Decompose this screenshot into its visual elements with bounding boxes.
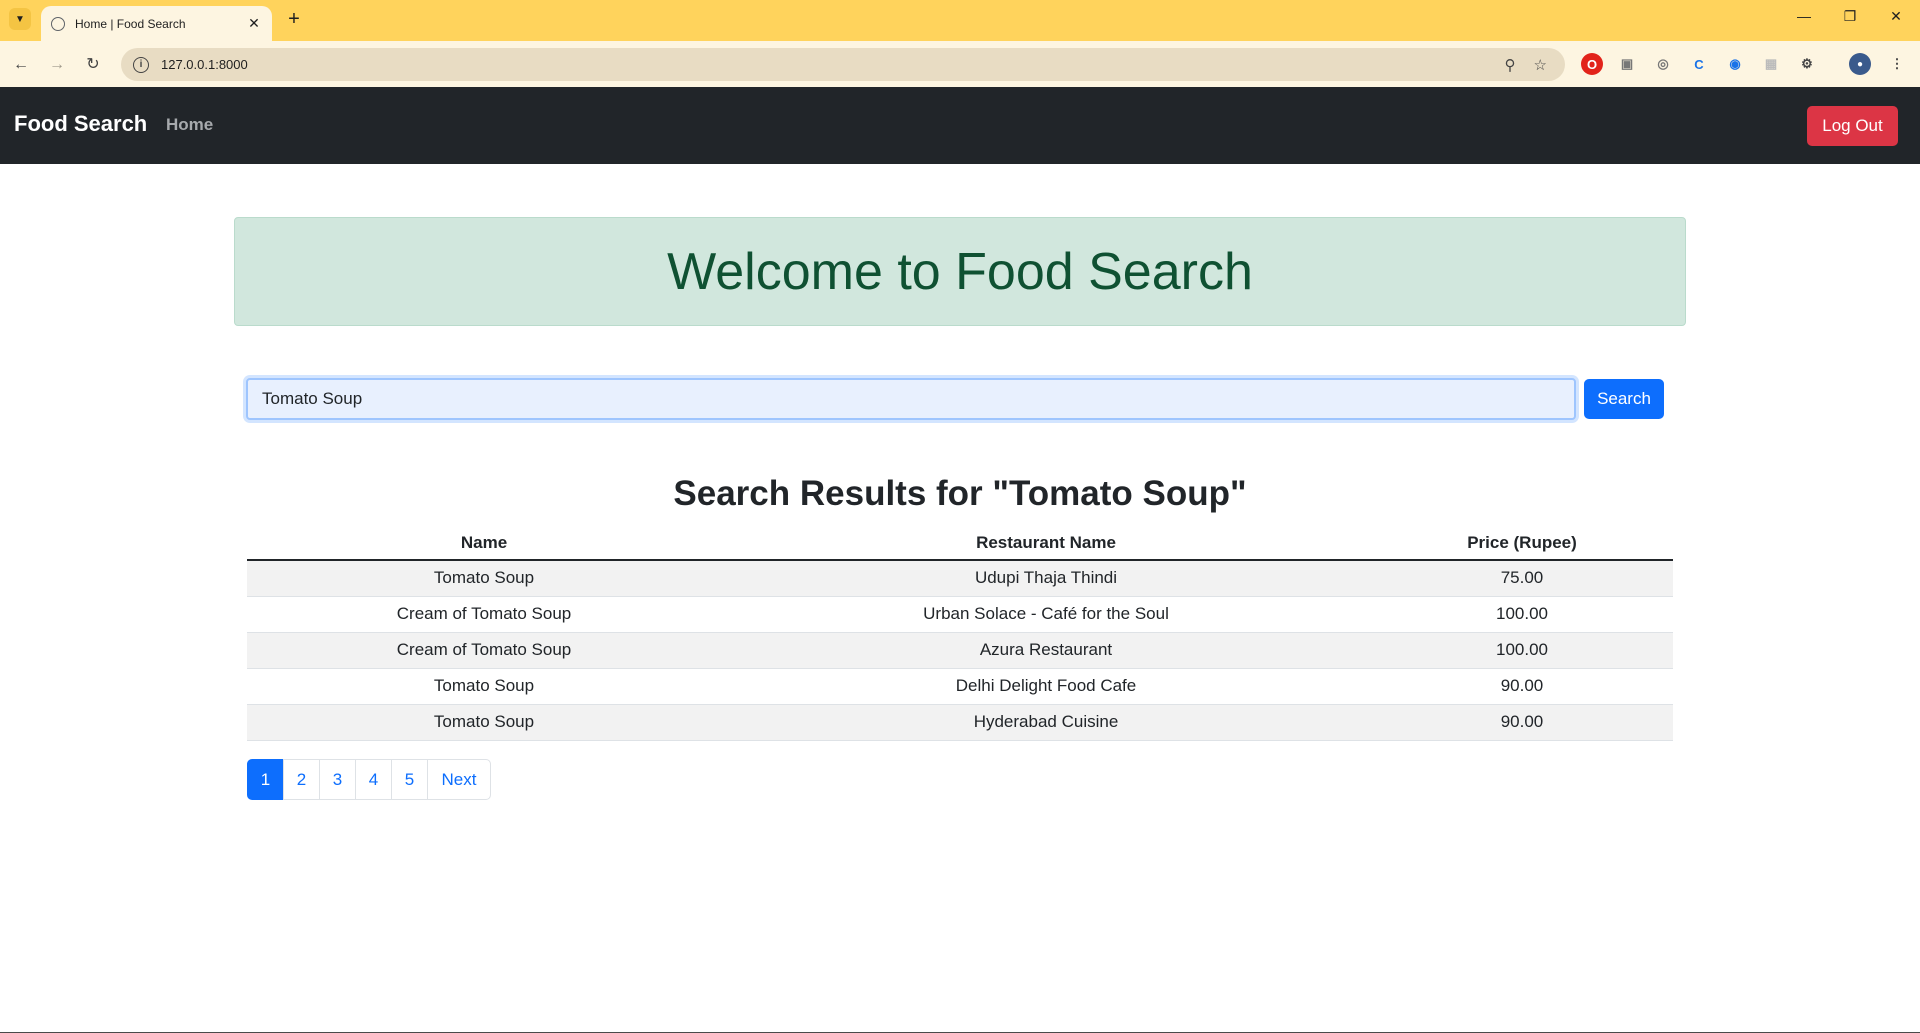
cell-price: 90.00 <box>1371 704 1673 741</box>
column-header-price: Price (Rupee) <box>1371 527 1673 561</box>
minimize-icon[interactable]: — <box>1784 8 1824 24</box>
extensions-puzzle-icon[interactable]: ⚙ <box>1796 53 1818 75</box>
back-icon[interactable]: ← <box>10 54 32 76</box>
site-navbar: Food Search Home Log Out <box>0 87 1920 164</box>
search-input[interactable] <box>246 378 1576 420</box>
c-extension-icon[interactable]: C <box>1688 53 1710 75</box>
cell-restaurant: Udupi Thaja Thindi <box>721 560 1371 597</box>
chevron-down-icon: ▼ <box>15 13 25 25</box>
column-header-restaurant: Restaurant Name <box>721 527 1371 561</box>
tab-title: Home | Food Search <box>75 16 186 31</box>
table-row: Cream of Tomato Soup Urban Solace - Café… <box>247 596 1673 633</box>
profile-avatar-icon[interactable]: ● <box>1849 53 1871 75</box>
cast-extension-icon[interactable]: ▣ <box>1616 53 1638 75</box>
welcome-banner: Welcome to Food Search <box>234 217 1686 326</box>
brand-link[interactable]: Food Search <box>14 111 147 137</box>
table-header-row: Name Restaurant Name Price (Rupee) <box>247 527 1673 561</box>
cell-name: Tomato Soup <box>247 668 721 705</box>
table-row: Cream of Tomato Soup Azura Restaurant 10… <box>247 632 1673 669</box>
welcome-heading: Welcome to Food Search <box>667 242 1253 301</box>
globe-icon <box>51 16 65 31</box>
close-tab-icon[interactable]: ✕ <box>246 15 262 32</box>
more-menu-icon[interactable]: ⋮ <box>1886 53 1908 75</box>
restore-icon[interactable]: ❐ <box>1830 8 1870 25</box>
column-header-name: Name <box>247 527 721 561</box>
table-row: Tomato Soup Delhi Delight Food Cafe 90.0… <box>247 668 1673 705</box>
browser-tab-active[interactable]: Home | Food Search ✕ <box>41 6 272 41</box>
window-close-icon[interactable]: ✕ <box>1876 8 1916 25</box>
site-info-icon[interactable]: i <box>133 56 149 73</box>
results-table: Name Restaurant Name Price (Rupee) Tomat… <box>247 527 1673 741</box>
cell-name: Cream of Tomato Soup <box>247 632 721 669</box>
cell-name: Cream of Tomato Soup <box>247 596 721 633</box>
opera-extension-icon[interactable]: O <box>1581 53 1603 75</box>
browser-tabstrip: ▼ Home | Food Search ✕ + — ❐ ✕ <box>0 0 1920 41</box>
tab-search-button[interactable]: ▼ <box>9 8 31 30</box>
cell-price: 90.00 <box>1371 668 1673 705</box>
pagination: 1 2 3 4 5 Next <box>247 759 491 800</box>
page-link-4[interactable]: 4 <box>355 759 392 800</box>
address-url[interactable]: 127.0.0.1:8000 <box>161 57 1505 72</box>
browser-toolbar: ← → ↻ i 127.0.0.1:8000 ⚲ ☆ O ▣ ◎ C ◉ ▦ ⚙… <box>0 41 1920 87</box>
cell-price: 100.00 <box>1371 632 1673 669</box>
new-tab-button[interactable]: + <box>282 8 306 30</box>
table-row: Tomato Soup Hyderabad Cuisine 90.00 <box>247 704 1673 741</box>
search-button[interactable]: Search <box>1584 379 1664 419</box>
forward-icon[interactable]: → <box>46 54 68 76</box>
cell-restaurant: Delhi Delight Food Cafe <box>721 668 1371 705</box>
results-title: Search Results for "Tomato Soup" <box>673 474 1247 513</box>
page-link-2[interactable]: 2 <box>283 759 320 800</box>
zoom-icon[interactable]: ⚲ <box>1505 56 1516 74</box>
cell-name: Tomato Soup <box>247 560 721 597</box>
address-bar[interactable]: i 127.0.0.1:8000 ⚲ ☆ <box>121 48 1565 81</box>
cell-restaurant: Azura Restaurant <box>721 632 1371 669</box>
page-link-5[interactable]: 5 <box>391 759 428 800</box>
cell-restaurant: Urban Solace - Café for the Soul <box>721 596 1371 633</box>
cell-price: 100.00 <box>1371 596 1673 633</box>
translate-extension-icon[interactable]: ◉ <box>1724 53 1746 75</box>
reload-icon[interactable]: ↻ <box>82 54 104 76</box>
cell-price: 75.00 <box>1371 560 1673 597</box>
table-row: Tomato Soup Udupi Thaja Thindi 75.00 <box>247 560 1673 597</box>
cell-name: Tomato Soup <box>247 704 721 741</box>
page-content: Food Search Home Log Out Welcome to Food… <box>0 87 1920 1033</box>
globe-extension-icon[interactable]: ◎ <box>1652 53 1674 75</box>
grid-extension-icon[interactable]: ▦ <box>1760 53 1782 75</box>
nav-home-link[interactable]: Home <box>166 115 213 135</box>
page-link-3[interactable]: 3 <box>319 759 356 800</box>
page-link-1[interactable]: 1 <box>247 759 284 800</box>
logout-button[interactable]: Log Out <box>1807 106 1898 146</box>
bookmark-star-icon[interactable]: ☆ <box>1534 56 1547 74</box>
page-link-next[interactable]: Next <box>427 759 491 800</box>
cell-restaurant: Hyderabad Cuisine <box>721 704 1371 741</box>
